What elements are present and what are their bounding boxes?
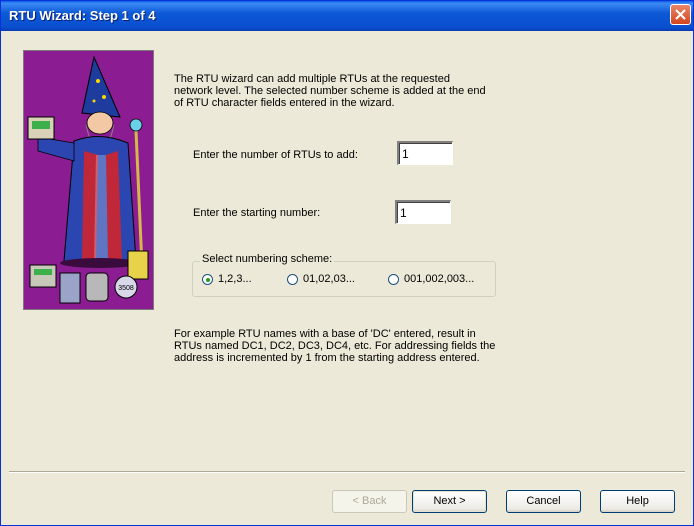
scheme-option-3[interactable]: 001,002,003...	[388, 273, 474, 285]
scheme-option-label: 001,002,003...	[404, 273, 475, 285]
wizard-illustration: 3508	[23, 50, 154, 310]
back-button[interactable]: < Back	[332, 490, 407, 513]
example-line: RTUs named DC1, DC2, DC3, DC4, etc. For …	[174, 340, 496, 352]
close-icon	[675, 9, 686, 20]
help-button[interactable]: Help	[600, 490, 675, 513]
close-button[interactable]	[670, 4, 691, 25]
scheme-option-label: 01,02,03...	[303, 273, 355, 285]
rtu-count-label: Enter the number of RTUs to add:	[193, 149, 358, 161]
start-number-label: Enter the starting number:	[193, 207, 321, 219]
next-button[interactable]: Next >	[412, 490, 487, 513]
numbering-scheme-label: Select numbering scheme:	[200, 253, 335, 265]
intro-line: The RTU wizard can add multiple RTUs at …	[174, 73, 450, 85]
cancel-button[interactable]: Cancel	[506, 490, 581, 513]
rtu-count-input[interactable]	[397, 141, 453, 165]
window-title: RTU Wizard: Step 1 of 4	[9, 8, 156, 23]
intro-text: The RTU wizard can add multiple RTUs at …	[174, 73, 514, 109]
radio-selected-icon	[202, 273, 213, 285]
start-number-input[interactable]	[395, 200, 451, 224]
intro-line: of RTU character fields entered in the w…	[174, 97, 395, 109]
example-text: For example RTU names with a base of 'DC…	[174, 328, 534, 364]
divider	[9, 471, 685, 473]
scheme-option-1[interactable]: 1,2,3...	[202, 273, 252, 285]
scheme-option-2[interactable]: 01,02,03...	[287, 273, 355, 285]
wizard-window: RTU Wizard: Step 1 of 4 3508 The RTU wiz…	[0, 0, 694, 526]
meter-badge: 3508	[118, 285, 134, 292]
radio-icon	[287, 273, 298, 285]
intro-line: network level. The selected number schem…	[174, 85, 486, 97]
title-bar[interactable]: RTU Wizard: Step 1 of 4	[1, 1, 693, 31]
example-line: For example RTU names with a base of 'DC…	[174, 328, 476, 340]
radio-icon	[388, 273, 399, 285]
example-line: address is incremented by 1 from the sta…	[174, 352, 480, 364]
scheme-option-label: 1,2,3...	[218, 273, 252, 285]
